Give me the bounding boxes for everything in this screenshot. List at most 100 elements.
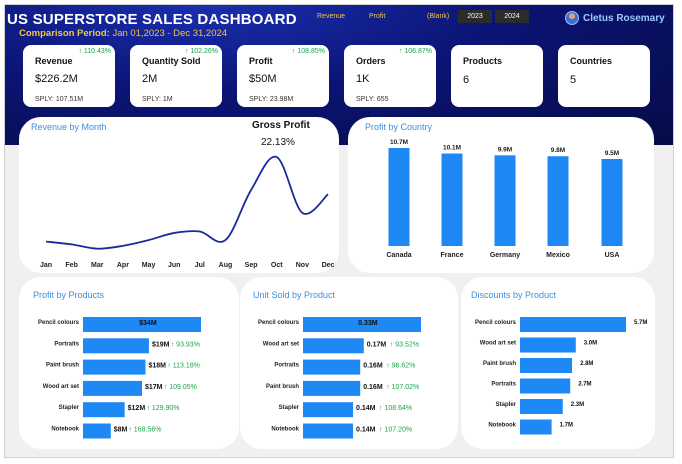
kpi-card-orders: ↑ 106.87% Orders 1K SPLY: 655 [344, 45, 436, 107]
product-tick-label: Pencil colours [38, 320, 80, 326]
kpi-card-products: Products 6 [451, 45, 543, 107]
product-tick-label: Pencil colours [475, 320, 517, 326]
kpi-sply: SPLY: 107.51M [35, 96, 84, 103]
month-tick-label: Mar [91, 262, 104, 269]
kpi-delta: ↑ 110.43% [78, 48, 111, 55]
country-tick-label: Mexico [546, 252, 570, 259]
kpi-card-countries: Countries 5 [558, 45, 650, 107]
year-button-2024[interactable]: 2024 [495, 10, 529, 23]
product-tick-label: Notebook [488, 423, 516, 429]
product-value-label: 5.7M [634, 320, 647, 326]
product-tick-label: Stapler [279, 405, 300, 411]
country-value-label: 10.7M [390, 139, 408, 146]
kpi-label: Products [463, 56, 503, 66]
slicer-blank[interactable]: (Blank) [427, 13, 449, 20]
kpi-delta: ↑ 102.26% [184, 48, 218, 55]
product-bar [83, 423, 111, 439]
kpi-label: Revenue [35, 56, 73, 66]
product-tick-label: Wood art set [43, 384, 79, 390]
country-tick-label: France [441, 252, 464, 259]
kpi-value: 6 [463, 74, 470, 86]
product-tick-label: Pencil colours [258, 320, 300, 326]
revenue-line-chart: Jan Feb Mar Apr May Jun Jul Aug Sep Oct Nov Dec [40, 155, 335, 269]
product-value-label: $8M [114, 427, 128, 434]
product-delta-label: ↑ 93.52% [390, 341, 419, 348]
product-tick-label: Portraits [54, 341, 79, 347]
dashboard-frame: US SUPERSTORE SALES DASHBOARD Comparison… [4, 4, 674, 458]
product-bar [520, 378, 571, 394]
kpi-sply: SPLY: 23.98M [249, 96, 294, 103]
product-delta-label: ↑ 107.02% [386, 384, 419, 391]
kpi-card-quantity-sold: ↑ 102.26% Quantity Sold 2M SPLY: 1M [130, 45, 222, 107]
country-bar [388, 148, 410, 246]
country-bar [494, 155, 516, 246]
product-bar [520, 337, 576, 353]
country-bar [601, 158, 623, 246]
product-bar [303, 338, 364, 354]
kpi-card-revenue: ↑ 110.43% Revenue $226.2M SPLY: 107.51M [23, 45, 115, 107]
country-bar [441, 153, 463, 246]
kpi-label: Profit [249, 56, 273, 66]
product-bar [520, 399, 563, 414]
kpi-value: $50M [249, 73, 277, 85]
product-value-label: 2.7M [578, 382, 591, 388]
product-value-label: 1.7M [560, 423, 573, 429]
slicer-profit[interactable]: Profit [369, 13, 385, 20]
product-bar [520, 358, 573, 373]
product-tick-label: Stapler [59, 405, 80, 411]
product-value-label: 0.33M [358, 320, 378, 327]
kpi-sply: SPLY: 1M [142, 96, 173, 103]
kpi-card-profit: ↑ 108.85% Profit $50M SPLY: 23.98M [237, 45, 329, 107]
country-value-label: 10.1M [443, 144, 461, 151]
product-value-label: $19M [152, 341, 170, 348]
month-tick-label: Jul [195, 262, 205, 269]
discounts-card: Discounts by Product Pencil colours 5.7M W… [461, 277, 655, 449]
comparison-period: Comparison Period: Jan 01,2023 - Dec 31,… [19, 28, 227, 39]
revenue-by-month-card: Revenue by Month Gross Profit 22.13% Jan… [19, 117, 339, 273]
product-value-label: 0.14M [356, 427, 376, 434]
product-value-label: $18M [148, 363, 166, 370]
unit-sold-card: Unit Sold by Product Pencil colours 0.33M… [240, 277, 458, 449]
year-button-2023[interactable]: 2023 [458, 10, 492, 23]
product-value-label: $17M [145, 384, 163, 391]
product-bar [303, 359, 361, 375]
month-tick-label: May [142, 262, 156, 269]
product-tick-label: Stapler [496, 402, 517, 408]
product-bar [83, 359, 146, 375]
avatar [565, 11, 579, 25]
kpi-delta: ↑ 108.85% [291, 48, 325, 55]
country-bar [547, 156, 569, 246]
product-value-label: 3.0M [584, 341, 597, 347]
product-value-label: 2.3M [571, 402, 584, 408]
product-tick-label: Paint brush [46, 363, 79, 369]
product-bar [303, 402, 354, 418]
product-tick-label: Notebook [271, 427, 299, 433]
kpi-label: Quantity Sold [142, 56, 201, 66]
product-bar [303, 380, 361, 396]
product-tick-label: Wood art set [263, 341, 299, 347]
product-delta-label: ↑ 107.20% [379, 427, 412, 434]
product-bar [83, 402, 125, 418]
month-tick-label: Aug [219, 262, 233, 269]
products-bar-chart: Pencil colours $34M Portraits $19M ↑ 93.93% P… [38, 317, 201, 439]
user-profile[interactable]: Cletus Rosemary [565, 9, 665, 27]
product-value-label: 0.16M [363, 363, 383, 370]
page-title: US SUPERSTORE SALES DASHBOARD [7, 11, 297, 28]
kpi-label: Orders [356, 56, 386, 66]
country-tick-label: Canada [386, 252, 411, 259]
kpi-value: 5 [570, 74, 577, 86]
country-bar-chart: 10.7M Canada 10.1M France 9.9M Germany 9.8M Mex… [386, 139, 623, 259]
product-value-label: 0.17M [367, 341, 387, 348]
month-tick-label: Jun [168, 262, 180, 269]
product-delta-label: ↑ 113.18% [167, 363, 200, 370]
product-value-label: $34M [139, 320, 157, 327]
product-value-label: 2.8M [580, 361, 593, 367]
product-tick-label: Paint brush [266, 384, 299, 390]
product-delta-label: ↑ 168.56% [128, 427, 161, 434]
discounts-bar-chart: Pencil colours 5.7M Wood art set 3.0M Paint … [475, 317, 647, 435]
slicer-revenue[interactable]: Revenue [317, 13, 345, 20]
kpi-delta: ↑ 106.87% [398, 48, 432, 55]
month-tick-label: Jan [40, 262, 52, 269]
product-bar [83, 338, 149, 354]
country-tick-label: Germany [490, 252, 520, 259]
